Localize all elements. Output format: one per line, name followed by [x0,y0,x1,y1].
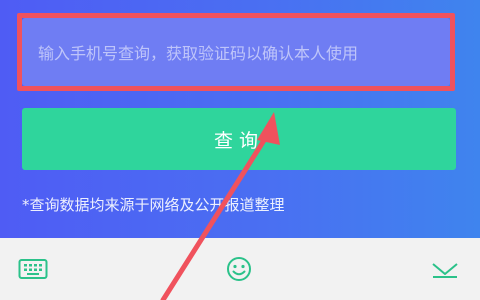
collapse-keyboard-icon[interactable] [430,256,460,282]
query-button-label: 查询 [213,129,264,152]
main-panel: 输入手机号查询，获取验证码以确认本人使用 查询 *查询数据均来源于网络及公开报道… [0,0,480,238]
query-button[interactable]: 查询 [22,108,456,170]
emoji-icon[interactable] [224,256,254,282]
keyboard-toolbar [0,238,480,300]
keyboard-icon[interactable] [18,256,48,282]
annotation-highlight-box [17,13,455,91]
data-source-note: *查询数据均来源于网络及公开报道整理 [22,196,285,214]
